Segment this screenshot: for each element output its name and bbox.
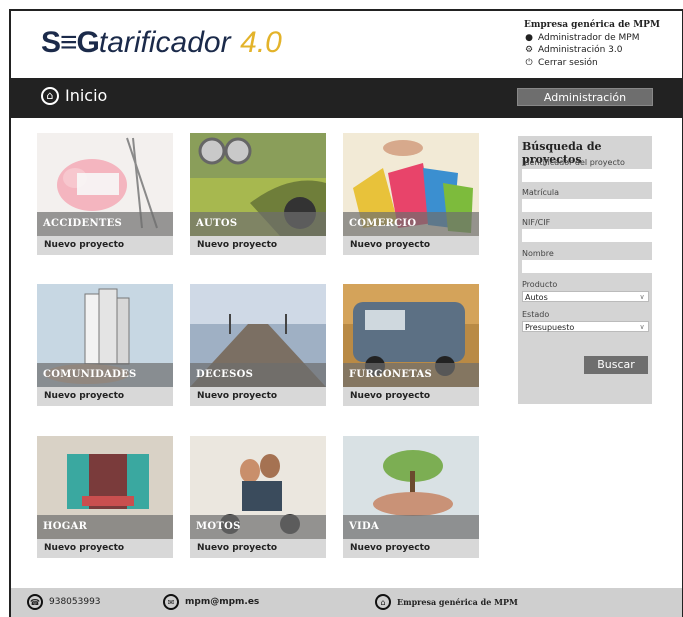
tile-accidentes[interactable]: ACCIDENTES Nuevo proyecto (37, 133, 173, 255)
name-input[interactable] (522, 260, 653, 273)
chevron-down-icon: ∨ (639, 293, 645, 301)
search-button[interactable]: Buscar (584, 356, 648, 374)
tile-comunidades[interactable]: COMUNIDADES Nuevo proyecto (37, 284, 173, 406)
user-name-row[interactable]: ● Administrador de MPM (524, 32, 660, 45)
chevron-down-icon: ∨ (639, 323, 645, 331)
new-project-link[interactable]: Nuevo proyecto (343, 236, 479, 255)
admin-link[interactable]: ⚙ Administración 3.0 (524, 44, 660, 57)
nif-input[interactable] (522, 229, 653, 242)
logout-link[interactable]: ⏻ Cerrar sesión (524, 57, 660, 70)
nif-label: NIF/CIF (522, 218, 551, 227)
plate-input[interactable] (522, 199, 653, 212)
header: S≡Gtarificador 4.0 Empresa genérica de M… (11, 11, 682, 78)
new-project-link[interactable]: Nuevo proyecto (343, 387, 479, 406)
admin-button[interactable]: Administración (517, 88, 653, 106)
plate-label: Matrícula (522, 188, 560, 197)
project-id-input[interactable] (522, 169, 653, 182)
home-label: Inicio (65, 86, 108, 105)
home-icon: ⌂ (375, 594, 391, 610)
new-project-link[interactable]: Nuevo proyecto (190, 236, 326, 255)
tile-title: FURGONETAS (349, 369, 433, 380)
tile-hogar[interactable]: HOGAR Nuevo proyecto (37, 436, 173, 558)
tile-motos[interactable]: MOTOS Nuevo proyecto (190, 436, 326, 558)
footer: ☎ 938053993 ✉ mpm@mpm.es ⌂ Empresa genér… (11, 588, 682, 617)
project-search-panel: Búsqueda de proyectos Identificador del … (518, 136, 653, 404)
tile-title: HOGAR (43, 521, 88, 532)
new-project-link[interactable]: Nuevo proyecto (343, 539, 479, 558)
tile-title: ACCIDENTES (43, 218, 123, 229)
new-project-link[interactable]: Nuevo proyecto (190, 539, 326, 558)
footer-phone: ☎ 938053993 (27, 594, 101, 610)
tile-title: MOTOS (196, 521, 241, 532)
new-project-link[interactable]: Nuevo proyecto (37, 539, 173, 558)
user-box: Empresa genérica de MPM ● Administrador d… (524, 19, 660, 69)
tile-decesos[interactable]: DECESOS Nuevo proyecto (190, 284, 326, 406)
app-logo[interactable]: S≡Gtarificador 4.0 (41, 23, 282, 63)
status-label: Estado (522, 310, 550, 319)
main-content: ACCIDENTES Nuevo proyecto AUTOS Nuevo pr… (11, 118, 682, 588)
top-nav-bar: ⌂ Inicio Administración (11, 78, 682, 118)
tile-autos[interactable]: AUTOS Nuevo proyecto (190, 133, 326, 255)
tile-title: AUTOS (196, 218, 238, 229)
tile-title: COMERCIO (349, 218, 417, 229)
app-frame: S≡Gtarificador 4.0 Empresa genérica de M… (9, 9, 683, 617)
project-id-label: Identificador del proyecto (522, 158, 625, 167)
home-icon: ⌂ (41, 86, 59, 105)
tile-vida[interactable]: VIDA Nuevo proyecto (343, 436, 479, 558)
tile-title: COMUNIDADES (43, 369, 137, 380)
name-label: Nombre (522, 249, 554, 258)
tile-title: DECESOS (196, 369, 254, 380)
power-icon: ⏻ (525, 57, 533, 68)
footer-company: ⌂ Empresa genérica de MPM (375, 594, 518, 610)
company-name: Empresa genérica de MPM (524, 20, 660, 30)
tile-comercio[interactable]: COMERCIO Nuevo proyecto (343, 133, 479, 255)
footer-email[interactable]: ✉ mpm@mpm.es (163, 594, 259, 610)
product-select[interactable]: Autos ∨ (522, 291, 649, 302)
status-select[interactable]: Presupuesto ∨ (522, 321, 649, 332)
tile-title: VIDA (349, 521, 380, 532)
phone-icon: ☎ (27, 594, 43, 610)
home-link[interactable]: ⌂ Inicio (41, 86, 107, 105)
new-project-link[interactable]: Nuevo proyecto (190, 387, 326, 406)
mail-icon: ✉ (163, 594, 179, 610)
new-project-link[interactable]: Nuevo proyecto (37, 236, 173, 255)
tile-furgonetas[interactable]: FURGONETAS Nuevo proyecto (343, 284, 479, 406)
gear-icon: ⚙ (524, 45, 534, 55)
user-icon: ● (525, 32, 533, 43)
product-label: Producto (522, 280, 558, 289)
new-project-link[interactable]: Nuevo proyecto (37, 387, 173, 406)
